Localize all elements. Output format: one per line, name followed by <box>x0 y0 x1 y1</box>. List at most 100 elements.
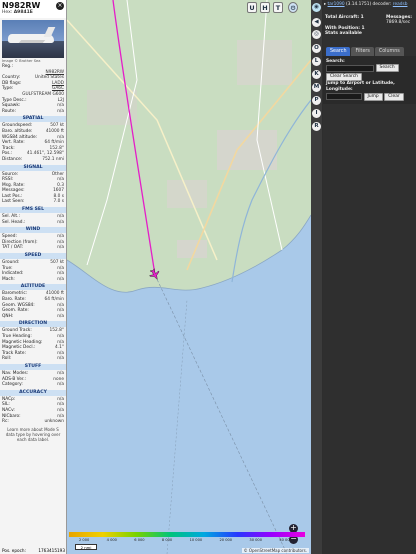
map-button-t[interactable]: T <box>273 2 283 13</box>
jump-button[interactable]: Jump <box>363 92 383 101</box>
map-button-u[interactable]: U <box>247 2 257 13</box>
close-icon[interactable]: × <box>56 2 64 10</box>
urban-area <box>177 240 207 258</box>
legend-tick-label: 2 000 <box>79 538 90 542</box>
tar1090-link[interactable]: tar1090 <box>328 2 345 7</box>
section-header: STUFF <box>0 363 66 370</box>
road <box>67 19 218 261</box>
info-key: Roll: <box>2 356 12 362</box>
tab-search[interactable]: Search <box>326 46 351 56</box>
aircraft-track <box>112 0 156 276</box>
jump-row: Jump Clear <box>326 92 413 101</box>
road <box>86 0 138 266</box>
road <box>256 0 283 251</box>
legend-tick-label: 4 000 <box>106 538 117 542</box>
map-canvas[interactable] <box>67 0 311 554</box>
tab-filters[interactable]: Filters <box>351 46 374 56</box>
search-button[interactable]: Search <box>375 64 399 73</box>
legend-tick-label: 30 000 <box>249 538 262 542</box>
aircraft-hex: Hex: A9841E <box>2 10 64 16</box>
epoch-label: Pos. epoch: <box>2 548 26 553</box>
position-epoch: Pos. epoch: 1763415193 <box>0 547 66 554</box>
settings-gear-icon[interactable]: ⚙ <box>288 2 298 13</box>
tab-columns[interactable]: Columns <box>374 46 404 56</box>
sidebar-tabs: Search Filters Columns <box>323 46 416 56</box>
search-target-icon[interactable]: ◎ <box>312 30 321 39</box>
toggle-r-button[interactable]: R <box>312 122 321 131</box>
version-text: (3.14.1751) decoder: <box>345 2 392 7</box>
info-key: Reg.: <box>2 64 13 69</box>
toggle-p-button[interactable]: P <box>312 96 321 105</box>
sidebar-panel: ▸ tar1090 (3.14.1751) decoder: readsb To… <box>323 0 416 554</box>
aircraft-detail-sections: SPATIAL Groundspeed: 507 kt Baro. altitude:… <box>0 116 66 424</box>
info-key: Mach: <box>2 276 15 282</box>
info-key: TAT / OAT: <box>2 245 24 251</box>
messages-value: 7869.8/sec <box>385 20 411 26</box>
info-row: QNH: n/a <box>0 314 66 320</box>
hex-value: A9841E <box>13 10 33 15</box>
search-panel: Search: Search Clear Search Jump to Airp… <box>323 55 416 104</box>
section-header: FMS SEL <box>0 207 66 214</box>
legend-tick-label: 8 000 <box>161 538 173 542</box>
urban-area <box>237 40 292 85</box>
info-value: n/a <box>57 245 64 251</box>
scale-bar: 2 nmi <box>75 544 97 550</box>
info-value: n/a <box>57 382 64 388</box>
toggle-k-button[interactable]: K <box>312 70 321 79</box>
clear-button[interactable]: Clear <box>384 92 404 101</box>
back-arrow-icon[interactable]: ◀ <box>312 18 321 27</box>
urban-area <box>167 180 207 208</box>
info-row: Category: n/a <box>0 382 66 388</box>
toggle-l-button[interactable]: L <box>312 57 321 66</box>
info-value: n/a <box>57 219 64 225</box>
expand-arrow-icon[interactable]: ▸ <box>324 2 326 7</box>
aircraft-header: N982RW Hex: A9841E × <box>0 0 66 18</box>
toggle-o-button[interactable]: O <box>312 44 321 53</box>
info-key: Last Seen: <box>2 199 25 205</box>
aircraft-info-rows: Reg.: N982RW Country: United States DB flags… <box>0 64 66 114</box>
info-row: Last Seen: 7.0 s <box>0 199 66 205</box>
section-header: WIND <box>0 227 66 234</box>
map-attribution[interactable]: © OpenStreetMap contributors. <box>241 548 309 553</box>
info-key: Rc: <box>2 419 9 425</box>
aircraft-info-panel: N982RW Hex: A9841E × Image © Brother Sea… <box>0 0 67 554</box>
aircraft-photo[interactable] <box>2 20 64 58</box>
toggle-i-button[interactable]: I <box>312 109 321 118</box>
info-key: Distance: <box>2 156 23 162</box>
sidebar-icon-strip: ◉ ◀ ◎ OLKMPIR <box>311 0 322 554</box>
total-aircraft: Total Aircraft: 1 <box>325 15 364 20</box>
jump-input[interactable] <box>326 93 362 101</box>
sidebar: ◉ ◀ ◎ OLKMPIR ▸ tar1090 (3.14.1751) deco… <box>311 0 416 554</box>
readsb-link[interactable]: readsb <box>393 2 408 7</box>
info-row: Mach: n/a <box>0 277 66 283</box>
hex-label: Hex: <box>2 10 13 15</box>
search-input[interactable] <box>326 64 374 72</box>
info-key: Category: <box>2 382 23 388</box>
info-row: Route: n/a <box>0 109 66 115</box>
section-header: ALTITUDE <box>0 284 66 291</box>
legend-tick-label: 40 000+ <box>279 538 295 542</box>
urban-area <box>87 90 137 125</box>
section-header: SIGNAL <box>0 164 66 171</box>
sidebar-empty-area <box>323 150 416 554</box>
aircraft-callsign: N982RW <box>2 1 41 10</box>
urban-area <box>217 130 277 170</box>
aircraft-marker[interactable] <box>148 267 162 281</box>
legend-tick-label: 6 000 <box>134 538 145 542</box>
map-view[interactable]: U H T ⚙ + − 2 000 4 000 6 000 8 000 10 000 20… <box>67 0 311 554</box>
jump-label: Jump to Airport or Latitude, Longitude: <box>326 81 395 92</box>
messages-stat: Messages: 7869.8/sec <box>384 15 414 26</box>
pin-icon[interactable]: ◉ <box>312 3 321 12</box>
info-value: 752.1 nmi <box>42 156 64 162</box>
info-row: Roll: n/a <box>0 356 66 362</box>
info-key: Sel. Head.: <box>2 219 26 225</box>
legend-tick-label: 20 000 <box>219 538 233 542</box>
map-button-h[interactable]: H <box>260 2 270 13</box>
toggle-m-button[interactable]: M <box>312 83 321 92</box>
tar1090-app: N982RW Hex: A9841E × Image © Brother Sea… <box>0 0 416 554</box>
stats-available[interactable]: Stats available <box>323 31 416 36</box>
section-header: SPEED <box>0 253 66 260</box>
stats-row: Total Aircraft: 1 Messages: 7869.8/sec <box>323 15 416 26</box>
sidebar-header: ▸ tar1090 (3.14.1751) decoder: readsb To… <box>323 0 416 150</box>
section-header: SPATIAL <box>0 116 66 123</box>
